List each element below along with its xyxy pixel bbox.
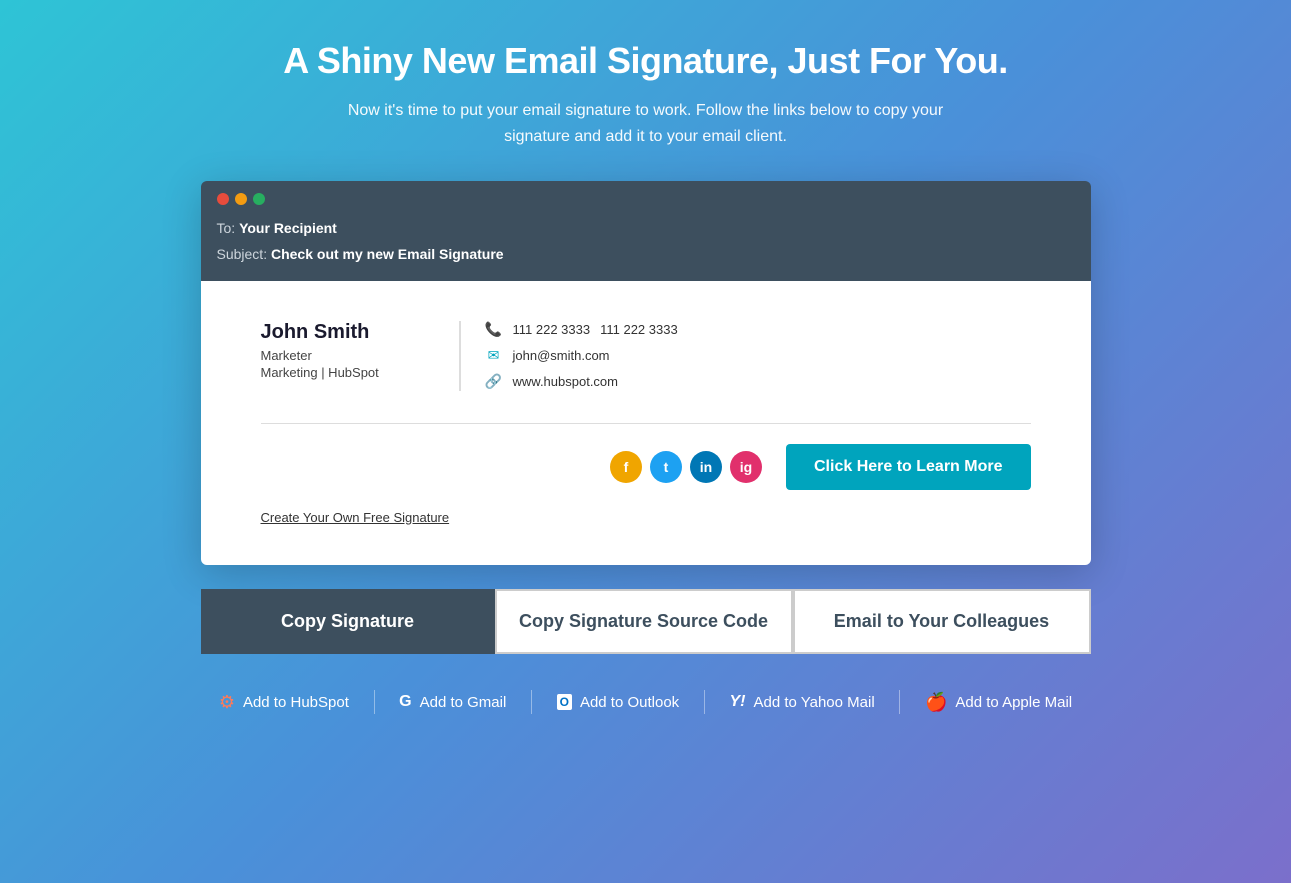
email-subject-field: Subject: Check out my new Email Signatur… xyxy=(217,243,1075,267)
subject-label: Subject: xyxy=(217,246,268,262)
social-icons: f t in ig xyxy=(610,451,762,483)
sig-company: Marketing | HubSpot xyxy=(261,365,435,380)
email-mockup: To: Your Recipient Subject: Check out my… xyxy=(201,181,1091,565)
add-to-outlook-label: Add to Outlook xyxy=(580,694,679,711)
sig-phone-row: 📞 111 222 3333 111 222 3333 xyxy=(485,321,678,339)
apple-icon: 🍎 xyxy=(925,692,947,713)
sig-phone2: 111 222 3333 xyxy=(600,322,678,337)
email-icon: ✉ xyxy=(485,347,503,365)
separator-4 xyxy=(899,690,900,714)
facebook-icon[interactable]: f xyxy=(610,451,642,483)
sig-website-row: 🔗 www.hubspot.com xyxy=(485,373,678,391)
page-subtitle: Now it's time to put your email signatur… xyxy=(336,98,956,149)
add-to-yahoo-label: Add to Yahoo Mail xyxy=(753,694,874,711)
to-value: Your Recipient xyxy=(239,220,337,236)
sig-name: John Smith xyxy=(261,321,435,344)
hubspot-icon: ⚙ xyxy=(219,692,235,713)
traffic-lights xyxy=(217,193,1075,205)
add-to-apple-label: Add to Apple Mail xyxy=(955,694,1072,711)
gmail-icon: G xyxy=(399,693,411,711)
subject-value: Check out my new Email Signature xyxy=(271,246,504,262)
email-to-field: To: Your Recipient xyxy=(217,217,1075,241)
sig-left: John Smith Marketer Marketing | HubSpot xyxy=(261,321,461,391)
add-to-hubspot-label: Add to HubSpot xyxy=(243,694,349,711)
sig-social-cta: f t in ig Click Here to Learn More xyxy=(261,444,1031,490)
cta-button[interactable]: Click Here to Learn More xyxy=(786,444,1031,490)
free-signature-link[interactable]: Create Your Own Free Signature xyxy=(261,510,1031,525)
to-label: To: xyxy=(217,220,236,236)
traffic-light-green xyxy=(253,193,265,205)
instagram-icon[interactable]: ig xyxy=(730,451,762,483)
add-to-apple[interactable]: 🍎 Add to Apple Mail xyxy=(913,684,1084,721)
website-icon: 🔗 xyxy=(485,373,503,391)
linkedin-icon[interactable]: in xyxy=(690,451,722,483)
yahoo-icon: Y! xyxy=(729,693,745,711)
email-colleagues-button[interactable]: Email to Your Colleagues xyxy=(793,589,1091,654)
traffic-light-yellow xyxy=(235,193,247,205)
add-to-outlook[interactable]: O Add to Outlook xyxy=(545,686,692,719)
sig-phone1: 111 222 3333 xyxy=(513,322,591,337)
email-body: John Smith Marketer Marketing | HubSpot … xyxy=(201,281,1091,565)
page-title: A Shiny New Email Signature, Just For Yo… xyxy=(283,40,1007,82)
sig-divider xyxy=(261,423,1031,424)
twitter-icon[interactable]: t xyxy=(650,451,682,483)
sig-right: 📞 111 222 3333 111 222 3333 ✉ john@smith… xyxy=(461,321,678,391)
separator-1 xyxy=(374,690,375,714)
add-to-bar: ⚙ Add to HubSpot G Add to Gmail O Add to… xyxy=(201,674,1091,731)
sig-title: Marketer xyxy=(261,348,435,363)
sig-website: www.hubspot.com xyxy=(513,374,619,389)
phone-icon: 📞 xyxy=(485,321,503,339)
sig-email-row: ✉ john@smith.com xyxy=(485,347,678,365)
add-to-gmail-label: Add to Gmail xyxy=(420,694,507,711)
add-to-hubspot[interactable]: ⚙ Add to HubSpot xyxy=(207,684,361,721)
copy-source-button[interactable]: Copy Signature Source Code xyxy=(495,589,793,654)
email-titlebar: To: Your Recipient Subject: Check out my… xyxy=(201,181,1091,281)
sig-email: john@smith.com xyxy=(513,348,610,363)
signature-card: John Smith Marketer Marketing | HubSpot … xyxy=(261,321,1031,391)
copy-signature-button[interactable]: Copy Signature xyxy=(201,589,495,654)
add-to-yahoo[interactable]: Y! Add to Yahoo Mail xyxy=(717,685,886,719)
outlook-icon: O xyxy=(557,694,572,710)
separator-3 xyxy=(704,690,705,714)
add-to-gmail[interactable]: G Add to Gmail xyxy=(387,685,518,719)
action-buttons-row: Copy Signature Copy Signature Source Cod… xyxy=(201,589,1091,654)
traffic-light-red xyxy=(217,193,229,205)
separator-2 xyxy=(531,690,532,714)
